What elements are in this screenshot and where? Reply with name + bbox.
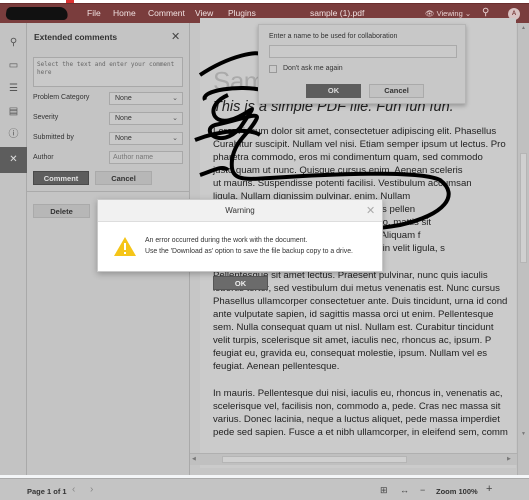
- tools-icon[interactable]: ✕: [0, 147, 27, 173]
- menu-home[interactable]: Home: [113, 8, 136, 18]
- search-icon[interactable]: ⚲: [0, 33, 27, 53]
- pdf-text-line: pede sed sapien. Fusce a et nibh ullamco…: [213, 427, 508, 438]
- select-value: None: [115, 135, 132, 142]
- severity-label: Severity: [33, 114, 59, 121]
- document-title: sample (1).pdf: [310, 8, 365, 18]
- prev-page-icon[interactable]: ‹: [72, 484, 75, 495]
- comment-textarea[interactable]: Select the text and enter your comment h…: [33, 57, 183, 87]
- vertical-scrollbar[interactable]: ▲ ▼: [517, 23, 529, 475]
- select-value: None: [115, 95, 132, 102]
- pdf-paragraph-3: In mauris. Pellentesque dui nisi, iaculi…: [213, 387, 516, 439]
- fit-width-icon[interactable]: ↔: [400, 485, 409, 495]
- chevron-down-icon: ⌄: [172, 135, 178, 142]
- redacted-logo: [4, 7, 70, 20]
- pdf-text-line: pharetra commodo, eros mi condimentum qu…: [213, 152, 483, 163]
- next-page-icon[interactable]: ›: [90, 484, 93, 495]
- warning-header: Warning ✕: [98, 200, 382, 222]
- pdf-text-line: scelerisque vel, facilisis non, commodo …: [213, 401, 501, 412]
- pdf-text-line: sem. Nulla consequat quam ut nisl. Nulla…: [213, 322, 494, 333]
- dont-ask-checkbox[interactable]: [269, 65, 277, 73]
- menu-view[interactable]: View: [195, 8, 213, 18]
- delete-button[interactable]: Delete: [33, 204, 90, 218]
- menu-file[interactable]: File: [87, 8, 101, 18]
- vertical-scroll-thumb[interactable]: [520, 153, 527, 263]
- chevron-down-icon: ⌄: [464, 9, 472, 18]
- severity-select[interactable]: None ⌄: [109, 112, 183, 125]
- mode-dropdown[interactable]: 👁 Viewing ⌄: [425, 9, 471, 18]
- chevron-down-icon: ⌄: [172, 115, 178, 122]
- chevron-down-icon: ⌄: [172, 95, 178, 102]
- left-toolbar: ⚲ ▭ ☰ ▤ ⓘ ✕: [0, 23, 27, 475]
- pdf-text-line: Lorem ipsum dolor sit amet, consectetuer…: [213, 126, 497, 137]
- collab-name-input[interactable]: [269, 45, 457, 58]
- collab-cancel-button[interactable]: Cancel: [369, 84, 424, 98]
- zoom-in-icon[interactable]: +: [486, 483, 492, 495]
- fit-page-icon[interactable]: ⊞: [380, 485, 388, 496]
- zoom-out-icon[interactable]: −: [420, 485, 425, 495]
- collab-ok-button[interactable]: OK: [306, 84, 361, 98]
- author-input[interactable]: Author name: [109, 151, 183, 164]
- close-icon[interactable]: ✕: [366, 204, 375, 217]
- pdf-text-line: feugiat eu, gravida eu, consequat molest…: [213, 348, 488, 359]
- comment-button[interactable]: Comment: [33, 171, 89, 185]
- menu-comment[interactable]: Comment: [148, 8, 185, 18]
- warning-triangle-icon: [114, 237, 136, 256]
- submitted-by-select[interactable]: None ⌄: [109, 132, 183, 145]
- scroll-right-arrow[interactable]: ▶: [507, 456, 511, 462]
- scroll-left-arrow[interactable]: ◀: [192, 456, 196, 462]
- pdf-text-line: justo quam ut nunc. Quisque cursus enim.…: [213, 165, 463, 176]
- author-label: Author: [33, 154, 54, 161]
- horizontal-scrollbar[interactable]: ◀ ▶: [190, 453, 517, 465]
- warning-title: Warning: [225, 206, 255, 215]
- pdf-text-line: velit turpis, scelerisque sit amet, iacu…: [213, 335, 492, 346]
- page-thumbnails-icon[interactable]: ▤: [0, 102, 27, 122]
- cancel-button[interactable]: Cancel: [95, 171, 152, 185]
- submitted-by-label: Submitted by: [33, 134, 74, 141]
- scroll-down-arrow[interactable]: ▼: [521, 431, 526, 437]
- warning-ok-button[interactable]: OK: [213, 276, 268, 290]
- menu-plugins[interactable]: Plugins: [228, 8, 256, 18]
- dont-ask-label: Don't ask me again: [283, 65, 343, 72]
- pdf-text-line: ante vulputate sapien, id sagittis massa…: [213, 309, 494, 320]
- pdf-text-line: Phasellus ullamcorper consectetuer ante.…: [213, 296, 508, 307]
- pdf-text-line: varius. Donec lacinia, neque a luctus al…: [213, 414, 500, 425]
- problem-category-label: Problem Category: [33, 94, 90, 101]
- collab-name-label: Enter a name to be used for collaboratio…: [269, 33, 398, 40]
- zoom-level: Zoom 100%: [436, 487, 478, 496]
- comment-icon[interactable]: ▭: [0, 56, 27, 76]
- pdf-text-line: feugiat. Aenean pellentesque.: [213, 361, 340, 372]
- pdf-text-line: In mauris. Pellentesque dui nisi, iaculi…: [213, 388, 503, 399]
- pdf-text-line: Curabitur suscipit. Nullam vel nisi. Eti…: [213, 139, 506, 150]
- pdf-text-line: ut mauris. Suspendisse potenti facilisi.…: [213, 178, 472, 189]
- warning-line-2: Use the 'Download as' option to save the…: [145, 248, 353, 255]
- status-bar: Page 1 of 1 ‹ › ⊞ ↔ − Zoom 100% +: [0, 478, 529, 500]
- navigation-icon[interactable]: ☰: [0, 79, 27, 99]
- mode-label: Viewing: [436, 9, 463, 18]
- collaboration-name-dialog: Enter a name to be used for collaboratio…: [258, 24, 466, 104]
- panel-title: Extended comments: [34, 32, 118, 42]
- info-icon[interactable]: ⓘ: [0, 125, 27, 145]
- warning-dialog: Warning ✕ An error occurred during the w…: [97, 199, 383, 290]
- warning-line-1: An error occurred during the work with t…: [145, 237, 308, 244]
- panel-divider: [27, 191, 190, 192]
- eye-icon: 👁: [425, 9, 435, 18]
- page-indicator: Page 1 of 1: [27, 487, 67, 496]
- horizontal-scroll-thumb[interactable]: [222, 456, 407, 463]
- select-value: None: [115, 115, 132, 122]
- warning-message: An error occurred during the work with t…: [145, 235, 353, 257]
- scroll-up-arrow[interactable]: ▲: [521, 25, 526, 31]
- problem-category-select[interactable]: None ⌄: [109, 92, 183, 105]
- search-icon[interactable]: ⚲: [482, 7, 489, 18]
- close-icon[interactable]: ✕: [171, 30, 180, 43]
